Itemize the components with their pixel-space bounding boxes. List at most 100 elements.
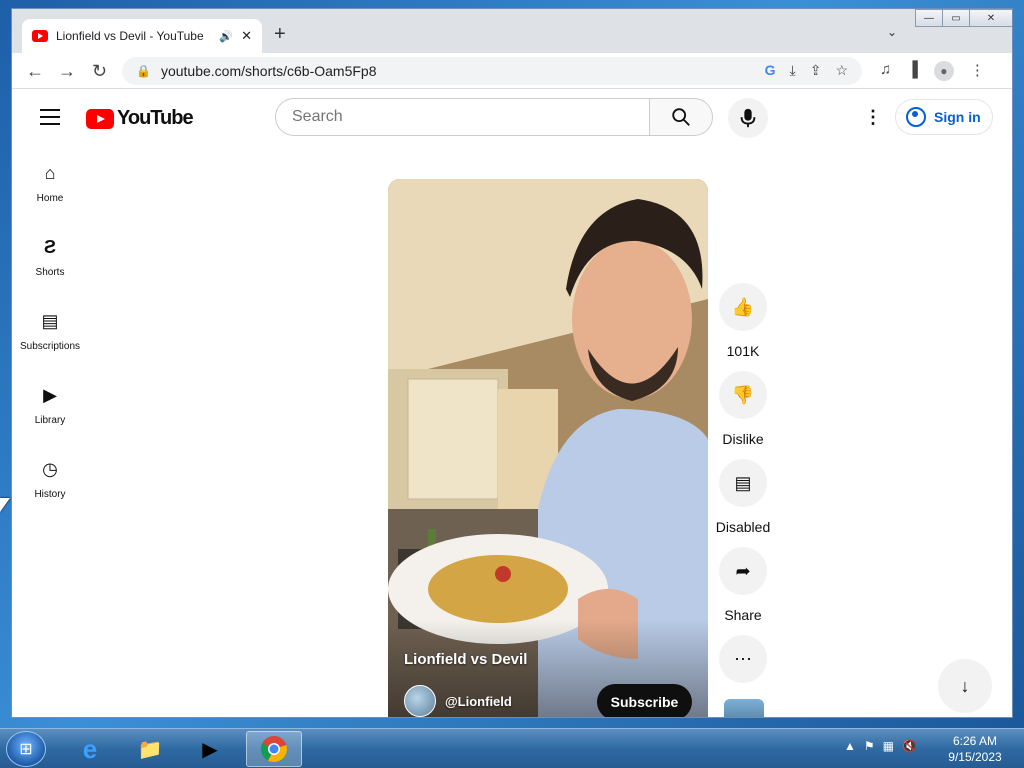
guide-label: Library	[34, 415, 66, 426]
dislike-label: Dislike	[722, 431, 764, 447]
guide-item-subscriptions[interactable]: ▤ Subscriptions	[12, 293, 88, 367]
speaker-icon[interactable]: 🔊	[219, 30, 233, 43]
reload-icon[interactable]: ↻	[92, 61, 107, 82]
arrow-down-icon: ↓	[960, 675, 970, 696]
volume-muted-icon[interactable]: 🔇	[902, 739, 917, 753]
like-count: 101K	[726, 343, 760, 359]
windows-taskbar: ⊞ e 📁 ▶ ▲ ⚑ ▦ 🔇 6:26 AM 9/15/2023	[0, 728, 1024, 768]
back-icon[interactable]: ←	[26, 61, 44, 82]
home-icon: ⌂	[44, 163, 56, 183]
lock-icon[interactable]: 🔒	[136, 64, 151, 78]
menu-icon[interactable]	[40, 109, 60, 125]
next-short-button[interactable]: ↓	[938, 659, 992, 713]
browser-toolbar: ← → ↻ 🔒 youtube.com/shorts/c6b-Oam5Fp8 G…	[12, 53, 1012, 89]
clock-time: 6:26 AM	[952, 734, 998, 748]
search-button[interactable]	[649, 98, 713, 136]
guide-label: Home	[36, 193, 64, 204]
youtube-play-icon	[86, 108, 114, 129]
omnibox-actions: G ⤓ ⇪ ☆	[765, 62, 848, 79]
thumbs-down-icon[interactable]: 👎	[719, 371, 767, 419]
tab-strip: Lionfield vs Devil - YouTube 🔊 ✕ + ⌄ — ▭…	[12, 9, 1012, 53]
search-input[interactable]	[275, 98, 650, 136]
share-icon[interactable]: ➦	[719, 547, 767, 595]
sign-in-label: Sign in	[934, 109, 981, 125]
comment-icon[interactable]: ▤	[719, 459, 767, 507]
close-tab-icon[interactable]: ✕	[241, 28, 252, 44]
guide-item-shorts[interactable]: Ƨ Shorts	[12, 219, 88, 293]
comments-label: Disabled	[715, 519, 771, 535]
logo-wordmark: YouTube	[117, 107, 194, 129]
like-action: 👍 101K	[718, 283, 768, 371]
chevron-down-icon[interactable]: ⌄	[887, 25, 897, 39]
guide-item-home[interactable]: ⌂ Home	[12, 145, 88, 219]
share-label: Share	[724, 607, 762, 623]
library-icon: ▶	[43, 385, 57, 405]
minimize-icon[interactable]: —	[915, 9, 943, 27]
youtube-favicon-icon	[32, 30, 48, 42]
side-panel-icon[interactable]: ▐	[907, 61, 918, 81]
chrome-icon	[260, 736, 287, 763]
internet-explorer-icon[interactable]: e	[62, 731, 118, 767]
new-tab-icon[interactable]: +	[274, 23, 286, 46]
address-bar[interactable]: 🔒 youtube.com/shorts/c6b-Oam5Fp8 G ⤓ ⇪ ☆	[122, 57, 862, 85]
start-button[interactable]: ⊞	[6, 731, 46, 767]
chrome-taskbar-icon[interactable]	[246, 731, 302, 767]
taskbar-clock[interactable]: 6:26 AM 9/15/2023	[940, 733, 1010, 765]
show-hidden-icons-icon[interactable]: ▲	[844, 739, 856, 753]
youtube-header: YouTube ⋮ Sign in	[12, 89, 1012, 145]
subscribe-button[interactable]: Subscribe	[597, 684, 692, 717]
shorts-icon: Ƨ	[43, 237, 56, 257]
share-action: ➦ Share	[718, 547, 768, 635]
tab-title: Lionfield vs Devil - YouTube	[56, 29, 204, 43]
profile-icon[interactable]: ●	[933, 61, 954, 81]
google-icon[interactable]: G	[765, 62, 776, 79]
shorts-action-bar: 👍 101K 👎 Dislike ▤ Disabled ➦ Share ⋯	[715, 283, 771, 717]
forward-icon[interactable]: →	[58, 61, 76, 82]
video-frame-illustration	[388, 179, 708, 717]
sign-in-button[interactable]: Sign in	[895, 99, 993, 135]
guide-label: Subscriptions	[19, 341, 81, 352]
guide-sidebar: ⌂ Home Ƨ Shorts ▤ Subscriptions ▶ Librar…	[12, 145, 88, 515]
youtube-logo[interactable]: YouTube	[86, 107, 194, 130]
windows-logo-icon: ⊞	[19, 741, 33, 758]
more-options-icon[interactable]: ⋯	[719, 635, 767, 683]
star-icon[interactable]: ☆	[835, 62, 848, 79]
thumbs-up-icon[interactable]: 👍	[719, 283, 767, 331]
close-window-icon[interactable]: ✕	[969, 9, 1012, 27]
install-icon[interactable]: ⤓	[790, 62, 796, 79]
url-text: youtube.com/shorts/c6b-Oam5Fp8	[160, 63, 377, 79]
share-page-icon[interactable]: ⇪	[810, 62, 822, 79]
clock-date: 9/15/2023	[948, 750, 1002, 764]
youtube-page: YouTube ⋮ Sign in ⌂ Home Ƨ Shorts	[12, 89, 1012, 717]
network-icon[interactable]: ▦	[883, 739, 894, 753]
action-center-icon[interactable]: ⚑	[864, 739, 875, 753]
guide-item-library[interactable]: ▶ Library	[12, 367, 88, 441]
shorts-video-player[interactable]: Lionfield vs Devil @Lionfield Subscribe	[388, 179, 708, 717]
guide-label: Shorts	[35, 267, 65, 278]
next-short-thumbnail[interactable]	[724, 699, 764, 717]
file-explorer-icon[interactable]: 📁	[122, 731, 178, 767]
channel-name[interactable]: @Lionfield	[445, 694, 512, 709]
account-icon	[906, 107, 926, 127]
active-tab[interactable]: Lionfield vs Devil - YouTube 🔊 ✕	[22, 19, 262, 53]
browser-window: Lionfield vs Devil - YouTube 🔊 ✕ + ⌄ — ▭…	[12, 9, 1012, 717]
media-control-icon[interactable]: ♫	[880, 61, 891, 81]
comments-action: ▤ Disabled	[715, 459, 771, 547]
maximize-icon[interactable]: ▭	[942, 9, 970, 27]
short-title: Lionfield vs Devil	[404, 651, 528, 668]
window-controls: — ▭ ✕	[915, 9, 1012, 27]
browser-menu-icon[interactable]: ⋮	[970, 61, 985, 81]
channel-avatar[interactable]	[404, 685, 436, 717]
voice-search-button[interactable]	[728, 98, 768, 138]
settings-menu-icon[interactable]: ⋮	[864, 107, 882, 128]
system-tray: ▲ ⚑ ▦ 🔇	[844, 739, 917, 753]
search-icon	[672, 108, 690, 126]
history-icon: ◷	[42, 459, 58, 479]
guide-label: History	[34, 489, 66, 500]
dislike-action: 👎 Dislike	[718, 371, 768, 459]
toolbar-right: ♫ ▐ ● ⋮	[880, 61, 985, 81]
media-player-icon[interactable]: ▶	[182, 731, 238, 767]
subscriptions-icon: ▤	[41, 311, 59, 331]
microphone-icon	[740, 108, 756, 128]
guide-item-history[interactable]: ◷ History	[12, 441, 88, 515]
